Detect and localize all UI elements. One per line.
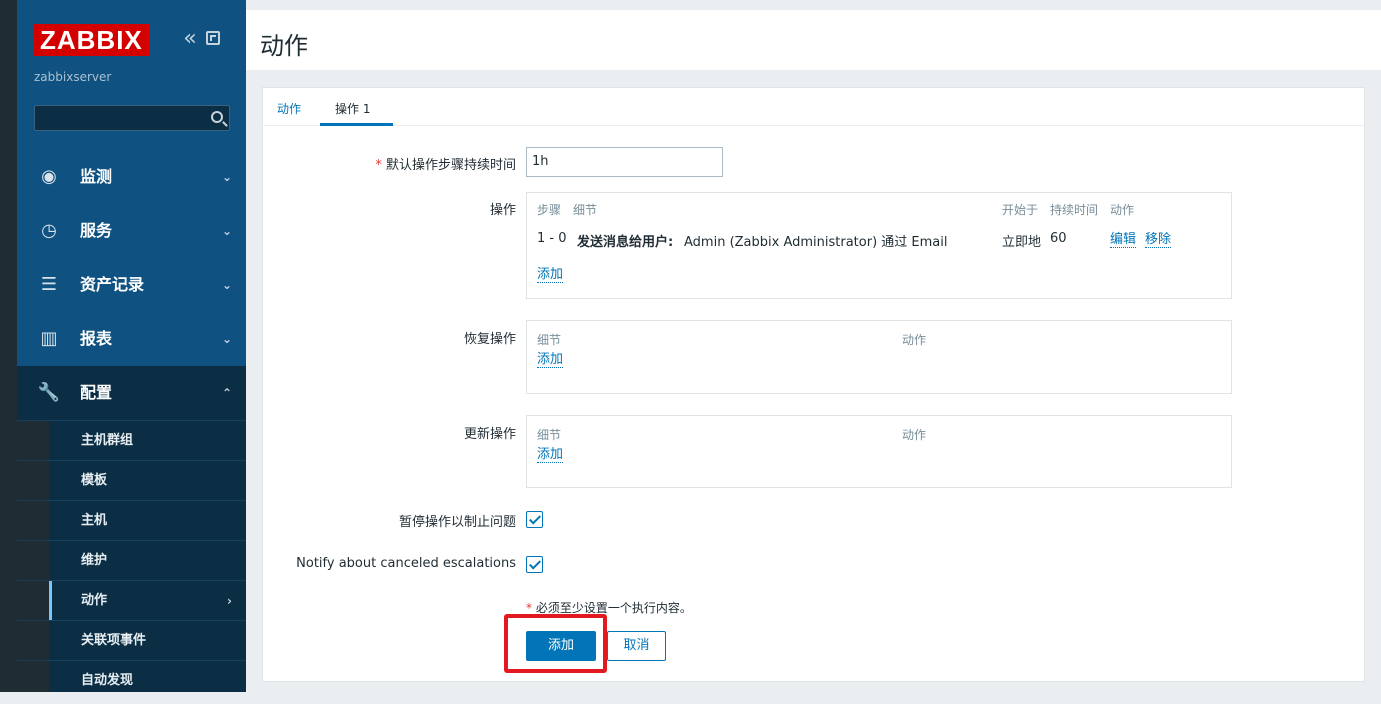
- column-header-duration: 持续时间: [1050, 203, 1099, 217]
- submenu-item-label: 维护: [81, 553, 108, 568]
- collapse-sidebar-icon[interactable]: «: [179, 26, 201, 52]
- eye-icon: ◉: [41, 166, 57, 187]
- column-header-action: 动作: [1110, 203, 1135, 217]
- submenu-item-label: 模板: [81, 473, 108, 488]
- submenu-item-templates[interactable]: 模板: [17, 460, 246, 500]
- menu-item-label: 资产记录: [80, 275, 145, 294]
- chevron-up-icon: ⌃: [221, 386, 232, 400]
- submenu-item-event-correlation[interactable]: 关联项事件: [17, 620, 246, 660]
- required-note-text: 必须至少设置一个执行内容。: [535, 601, 692, 615]
- operation-edit-link[interactable]: 编辑: [1110, 233, 1137, 248]
- operation-start-in-cell: 立即地: [1002, 235, 1042, 250]
- notify-canceled-label: Notify about canceled escalations: [296, 556, 516, 571]
- column-header-details: 细节: [573, 203, 598, 217]
- chevron-right-icon: ›: [227, 594, 232, 608]
- submenu-item-label: 主机: [81, 513, 108, 528]
- page-title: 动作: [260, 32, 308, 60]
- submenu-indent: [17, 661, 49, 692]
- menu-item-reports[interactable]: ▥ 报表 ⌄: [17, 312, 246, 366]
- required-marker: *: [375, 158, 382, 173]
- column-header-action: 动作: [902, 428, 927, 442]
- add-recovery-operation-link[interactable]: 添加: [537, 353, 564, 368]
- operation-duration-cell: 60: [1050, 231, 1067, 246]
- active-tab-indicator: [320, 123, 393, 126]
- kiosk-mode-icon[interactable]: [206, 31, 220, 45]
- action-form-panel: 动作 操作 1 * 默认操作步骤持续时间 1h 操作 步骤 细节 开始于 持续时…: [262, 87, 1366, 682]
- submenu-indent: [17, 581, 49, 620]
- default-step-duration-label: * 默认操作步骤持续时间: [226, 154, 516, 173]
- required-marker: *: [526, 601, 532, 615]
- tab-operations[interactable]: 操作 1: [335, 100, 370, 117]
- submenu-indent: [17, 621, 49, 660]
- menu-item-label: 报表: [80, 329, 113, 348]
- menu-item-services[interactable]: ◷ 服务 ⌄: [17, 204, 246, 258]
- chevron-down-icon: ⌄: [221, 278, 232, 292]
- submenu-indent: [17, 501, 49, 540]
- column-header-details: 细节: [537, 428, 562, 442]
- operation-remove-link[interactable]: 移除: [1145, 233, 1172, 248]
- add-update-operation-link[interactable]: 添加: [537, 448, 564, 463]
- app-window: ZABBIX « zabbixserver ◉ 监测 ⌄ ◷ 服务 ⌄ ☰ 资产…: [0, 0, 1381, 704]
- search-input[interactable]: [34, 105, 230, 131]
- operations-label: 操作: [489, 203, 516, 218]
- wrench-icon: 🔧: [37, 382, 61, 403]
- submenu-indent: [17, 541, 49, 580]
- pause-suppressed-checkbox[interactable]: [526, 511, 543, 528]
- logo-row: ZABBIX «: [34, 24, 244, 64]
- page-header: 动作: [246, 10, 1381, 70]
- bar-chart-icon: ▥: [40, 328, 58, 349]
- update-operations-label: 更新操作: [463, 427, 516, 442]
- tab-action[interactable]: 动作: [277, 100, 301, 117]
- submenu-indent: [17, 421, 49, 460]
- operation-details-text: Admin (Zabbix Administrator) 通过 Email: [684, 235, 948, 250]
- server-name: zabbixserver: [34, 70, 112, 84]
- menu-item-label: 配置: [80, 383, 113, 402]
- operation-step-cell: 1 - 0: [537, 231, 567, 246]
- operations-table: 步骤 细节 开始于 持续时间 动作 1 - 0 发送消息给用户: Admin (…: [526, 192, 1232, 299]
- submenu-item-discovery[interactable]: 自动发现: [17, 660, 246, 692]
- tab-bar: 动作 操作 1: [263, 88, 1366, 126]
- default-step-duration-input[interactable]: 1h: [526, 147, 723, 177]
- menu-item-monitoring[interactable]: ◉ 监测 ⌄: [17, 150, 246, 204]
- submenu-item-label: 关联项事件: [81, 633, 147, 648]
- menu-item-label: 监测: [80, 167, 113, 186]
- notify-canceled-checkbox[interactable]: [526, 556, 543, 573]
- update-operations-table: 细节 动作 添加: [526, 415, 1232, 488]
- pause-suppressed-label: 暂停操作以制止问题: [398, 515, 516, 530]
- menu-item-configuration[interactable]: 🔧 配置 ⌃: [17, 366, 246, 420]
- submenu-item-label: 自动发现: [81, 673, 134, 688]
- list-icon: ☰: [40, 274, 58, 295]
- clock-icon: ◷: [41, 220, 57, 241]
- operation-details-type: 发送消息给用户:: [577, 235, 674, 250]
- submenu-item-label: 主机群组: [81, 433, 134, 448]
- zabbix-logo[interactable]: ZABBIX: [34, 24, 149, 56]
- add-operation-link[interactable]: 添加: [537, 268, 564, 283]
- submenu-item-maintenance[interactable]: 维护: [17, 540, 246, 580]
- sidebar: ZABBIX « zabbixserver ◉ 监测 ⌄ ◷ 服务 ⌄ ☰ 资产…: [17, 0, 246, 692]
- submenu-item-host-groups[interactable]: 主机群组: [17, 420, 246, 460]
- main-menu: ◉ 监测 ⌄ ◷ 服务 ⌄ ☰ 资产记录 ⌄ ▥ 报表 ⌄ 🔧 配置 ⌃ 主机群…: [17, 150, 246, 692]
- submenu-item-label: 动作: [81, 593, 108, 608]
- configuration-submenu: 主机群组 模板 主机 维护 动作 › 关联项事件 自动发现: [17, 420, 246, 692]
- recovery-operations-label: 恢复操作: [463, 332, 516, 347]
- window-edge: [0, 0, 17, 704]
- column-header-details: 细节: [537, 333, 562, 347]
- submenu-indent: [17, 461, 49, 500]
- cancel-button[interactable]: 取消: [607, 631, 666, 661]
- default-step-duration-label-text: 默认操作步骤持续时间: [385, 158, 516, 173]
- column-header-action: 动作: [902, 333, 927, 347]
- menu-item-inventory[interactable]: ☰ 资产记录 ⌄: [17, 258, 246, 312]
- submenu-item-hosts[interactable]: 主机: [17, 500, 246, 540]
- recovery-operations-table: 细节 动作 添加: [526, 320, 1232, 394]
- column-header-step: 步骤: [537, 203, 562, 217]
- search-icon[interactable]: [211, 111, 223, 123]
- menu-item-label: 服务: [80, 221, 113, 240]
- highlight-annotation: [504, 614, 607, 673]
- window-bottom-edge: [0, 692, 1381, 704]
- submenu-item-actions[interactable]: 动作 ›: [17, 580, 246, 621]
- column-header-start-in: 开始于: [1002, 203, 1039, 217]
